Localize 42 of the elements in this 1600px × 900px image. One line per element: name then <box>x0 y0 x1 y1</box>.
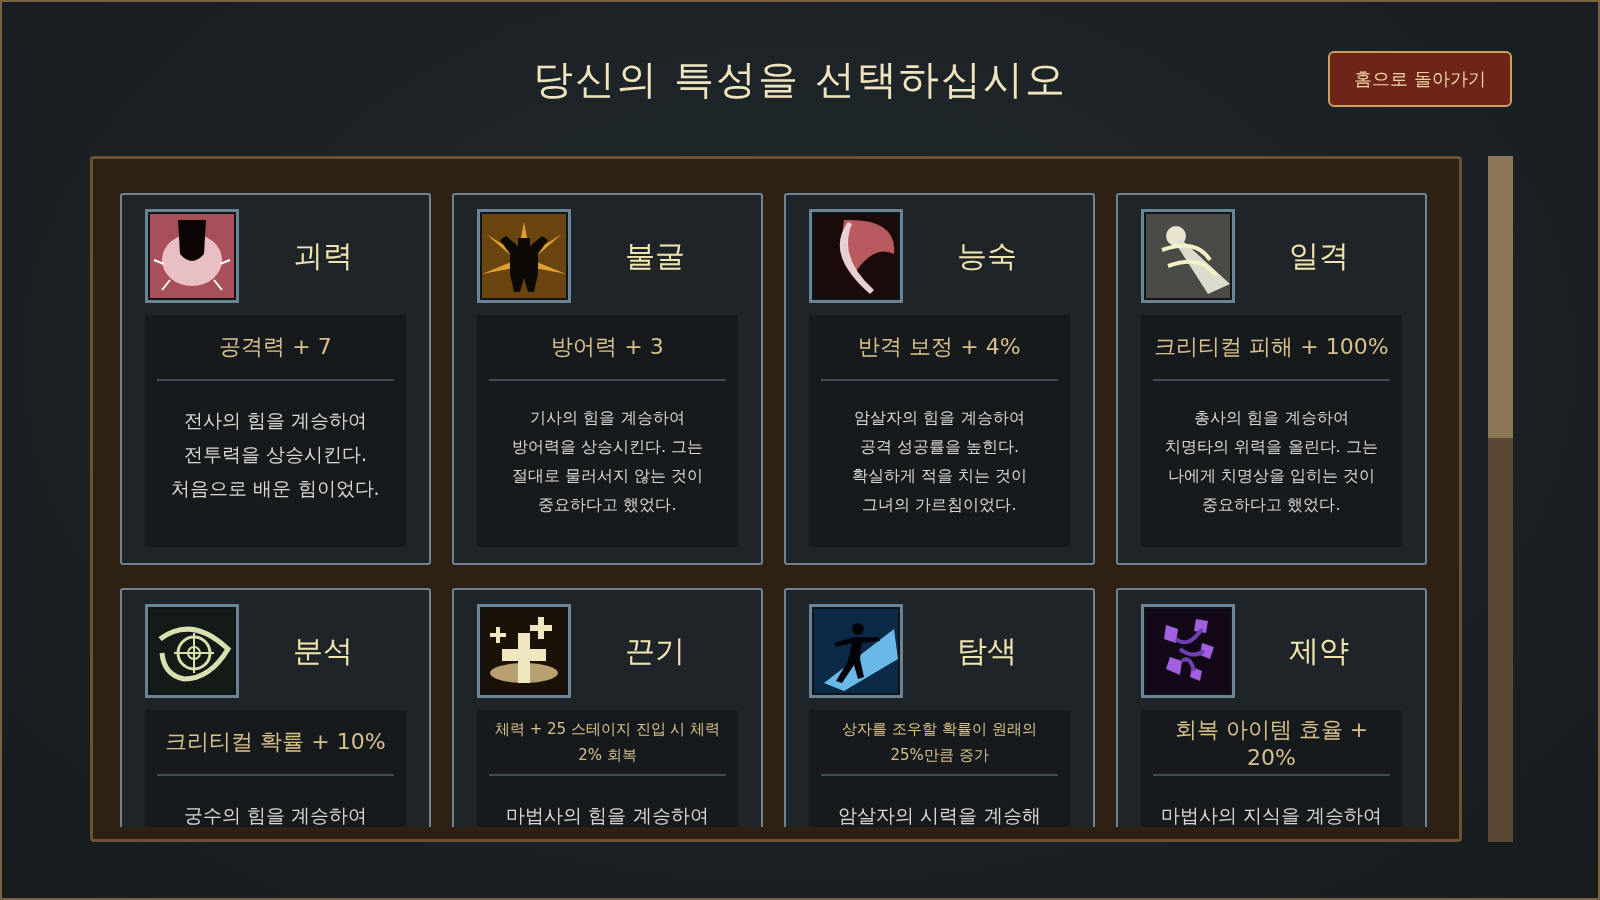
trait-stat: 크리티컬 확률 + 10% <box>164 728 387 756</box>
trait-card[interactable]: 불굴 방어력 + 3 기사의 힘을 계승하여 방어력을 상승시킨다. 그는 절대로 물러서지 않는 것이 중요하다고 했었다. <box>452 193 763 565</box>
trait-card[interactable]: 분석 크리티컬 확률 + 10% 궁수의 힘을 계승하여 <box>120 588 431 827</box>
trait-name: 괴력 <box>291 236 354 275</box>
home-button[interactable]: 홈으로 돌아가기 <box>1328 51 1512 107</box>
trait-description: 궁수의 힘을 계승하여 <box>182 803 369 827</box>
trait-description: 총사의 힘을 계승하여 치명타의 위력을 올린다. 그는 나에게 치명상을 입히는 것이 중요하다고 했었다. <box>1164 407 1379 516</box>
trait-name: 분석 <box>291 631 354 670</box>
trait-stat: 반격 보정 + 4% <box>857 333 1022 361</box>
trait-description: 암살자의 힘을 계승하여 공격 성공률을 높힌다. 확실하게 적을 치는 것이 그녀의 가르침이었다. <box>850 407 1029 516</box>
trait-stat: 상자를 조우할 확률이 원래의 25%만큼 증가 <box>841 719 1038 766</box>
trait-card[interactable]: 능숙 반격 보정 + 4% 암살자의 힘을 계승하여 공격 성공률을 높힌다. 확실하게 적을 치는 것이 그녀의 가르침이었다. <box>784 193 1095 565</box>
scrollbar-thumb[interactable] <box>1488 156 1513 438</box>
blade-icon <box>814 214 898 298</box>
trait-name: 제약 <box>1287 631 1350 670</box>
trait-name: 일격 <box>1287 236 1350 275</box>
trait-description: 암살자의 시력을 계승해 <box>837 803 1042 827</box>
trait-description: 전사의 힘을 계승하여 전투력을 상승시킨다. 처음으로 배운 힘이었다. <box>170 408 381 501</box>
scrollbar-track[interactable] <box>1488 156 1513 842</box>
trait-name: 탐색 <box>955 631 1018 670</box>
crystal-icon <box>1146 609 1230 693</box>
trait-stat: 회복 아이템 효율 + 20% <box>1173 715 1370 772</box>
plus-icon <box>482 609 566 693</box>
trait-card[interactable]: 제약 회복 아이템 효율 + 20% 마법사의 지식을 계승하여 <box>1116 588 1427 827</box>
trait-stat: 크리티컬 피해 + 100% <box>1153 333 1390 361</box>
trait-card[interactable]: 일격 크리티컬 피해 + 100% 총사의 힘을 계승하여 치명타의 위력을 올린다. 그는 나에게 치명상을 입히는 것이 중요하다고 했었다. <box>1116 193 1427 565</box>
trait-card[interactable]: 탐색 상자를 조우할 확률이 원래의 25%만큼 증가 암살자의 시력을 계승해 <box>784 588 1095 827</box>
burst-icon <box>150 214 234 298</box>
trait-name: 끈기 <box>623 631 686 670</box>
page-title: 당신의 특성을 선택하십시오 <box>533 54 1067 104</box>
trait-card[interactable]: 괴력 공격력 + 7 전사의 힘을 계승하여 전투력을 상승시킨다. 처음으로 배운 힘이었다. <box>120 193 431 565</box>
trait-stat: 체력 + 25 스테이지 진입 시 체력 2% 회복 <box>493 719 722 766</box>
trait-stat: 방어력 + 3 <box>550 333 665 361</box>
trait-card[interactable]: 끈기 체력 + 25 스테이지 진입 시 체력 2% 회복 마법사의 힘을 계승하여 <box>452 588 763 827</box>
trait-name: 능숙 <box>955 236 1018 275</box>
flexing-figure-icon <box>482 214 566 298</box>
running-figure-icon <box>814 609 898 693</box>
trait-stat: 공격력 + 7 <box>218 333 333 361</box>
trait-description: 마법사의 힘을 계승하여 <box>505 803 710 827</box>
trait-name: 불굴 <box>623 236 686 275</box>
trait-description: 기사의 힘을 계승하여 방어력을 상승시킨다. 그는 절대로 물러서지 않는 것이 중요하다고 했었다. <box>510 407 705 516</box>
trait-description: 마법사의 지식을 계승하여 <box>1159 803 1384 827</box>
